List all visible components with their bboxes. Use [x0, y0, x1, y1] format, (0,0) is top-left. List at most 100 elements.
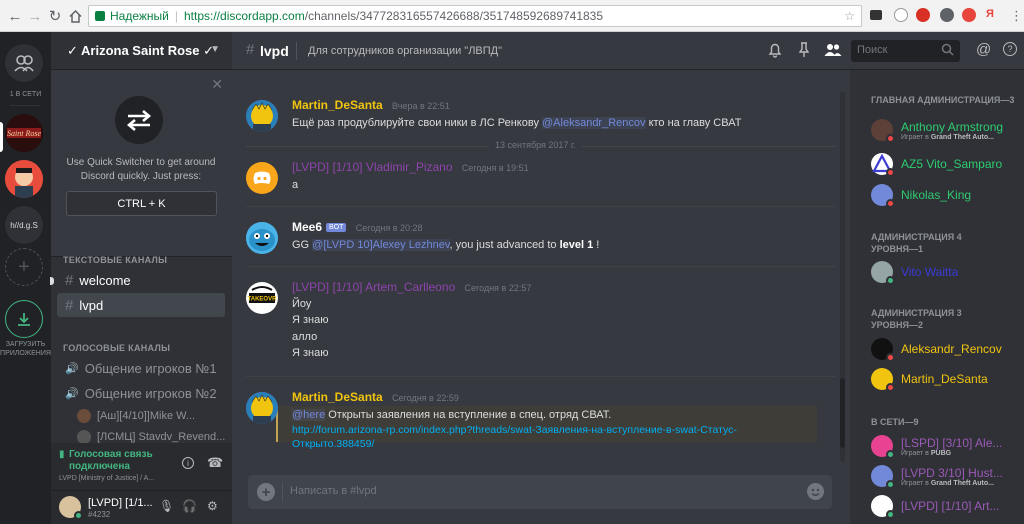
member[interactable]: AZ5 Vito_Samparo [871, 150, 1002, 178]
reload-icon[interactable]: ↻ [44, 5, 66, 27]
url-host: https://discordapp.com [184, 9, 305, 23]
message-link[interactable]: Открыто.388459/ [292, 438, 374, 450]
members-icon[interactable] [824, 42, 842, 61]
extension-icon[interactable] [916, 8, 930, 22]
voice-channel-1[interactable]: 🔊 Общение игроков №1 [57, 356, 225, 380]
star-icon[interactable]: ☆ [844, 9, 855, 23]
member[interactable]: Anthony Armstrong Играет в Grand Theft A… [871, 116, 1003, 144]
active-server-indicator [0, 122, 3, 152]
extension-icon[interactable] [940, 8, 954, 22]
member-name: Anthony Armstrong [901, 119, 1004, 134]
member-name: AZ5 Vito_Samparo [901, 157, 1003, 171]
user-mention[interactable]: @Aleksandr_Rencov [542, 117, 646, 129]
close-icon[interactable]: ✕ [211, 76, 223, 93]
message-author[interactable]: [LVPD] [1/10] Artem_Carlleono [292, 280, 455, 294]
member[interactable]: [LVPD 3/10] Hust... Играет в Grand Theft… [871, 462, 1003, 490]
member[interactable]: Martin_DeSanta [871, 365, 988, 393]
user-mention[interactable]: @[LVPD 10]Alexey Lezhnev [312, 239, 450, 251]
help-icon[interactable]: ? [1003, 42, 1017, 56]
bot-badge: BOT [326, 223, 347, 232]
member[interactable]: Aleksandr_Rencov [871, 335, 1002, 363]
pin-icon[interactable] [798, 42, 810, 61]
info-icon[interactable]: i [182, 457, 194, 469]
server-arizona-saint-rose[interactable]: Saint Rose [5, 114, 43, 152]
member[interactable]: Vito Waitta [871, 258, 958, 286]
message-timestamp: Вчера в 22:51 [392, 101, 450, 111]
status-dot [886, 168, 895, 177]
menu-icon[interactable]: ⋮ [1010, 8, 1023, 24]
activity-game: Grand Theft Auto... [930, 479, 994, 487]
friends-icon[interactable] [5, 44, 43, 82]
message-line: алло [292, 331, 318, 343]
message-author[interactable]: Martin_DeSanta [292, 390, 383, 404]
search-input[interactable]: Поиск [851, 40, 960, 62]
voice-user[interactable]: [Аш][4/10]]Mike W... [77, 407, 195, 425]
extension-icon[interactable] [962, 8, 976, 22]
svg-text:Saint Rose: Saint Rose [7, 129, 41, 138]
avatar[interactable] [246, 100, 278, 132]
divider [246, 266, 836, 267]
voice-channel-2[interactable]: 🔊 Общение игроков №2 [57, 381, 225, 405]
hash-icon: # [65, 296, 74, 314]
server-avatar[interactable] [5, 160, 43, 198]
member[interactable]: [LVPD] [1/10] Art... [871, 492, 1000, 520]
member-category-line: АДМИНИСТРАЦИЯ 4 [871, 232, 962, 242]
download-icon[interactable] [5, 300, 43, 338]
avatar[interactable]: TAKEOVR [246, 282, 278, 314]
chevron-down-icon[interactable]: ▼ [210, 44, 220, 55]
avatar[interactable] [246, 162, 278, 194]
avatar [871, 153, 895, 177]
server-hdgs[interactable]: h//d.g.S [5, 206, 43, 244]
extension-icon[interactable] [894, 8, 908, 22]
user-panel: [LVPD] [1/1... #4232 🎙 🎧 ⚙ [51, 491, 232, 524]
avatar[interactable] [246, 222, 278, 254]
status-dot [886, 510, 895, 519]
bell-icon[interactable] [768, 42, 782, 61]
channel-lvpd[interactable]: # lvpd [57, 293, 225, 317]
message-author[interactable]: Martin_DeSanta [292, 98, 383, 112]
member[interactable]: Nikolas_King [871, 181, 971, 209]
speaker-icon: 🔊 [65, 362, 79, 375]
member-category-line: АДМИНИСТРАЦИЯ 3 [871, 308, 962, 318]
add-server-icon[interactable]: + [5, 248, 43, 286]
avatar [77, 409, 91, 423]
status-dot [886, 134, 895, 143]
voice-category[interactable]: ГОЛОСОВЫЕ КАНАЛЫ [63, 343, 170, 353]
settings-gear-icon[interactable]: ⚙ [207, 499, 218, 513]
address-bar[interactable]: Надежный | https://discordapp.com /chann… [88, 5, 862, 27]
message-author[interactable]: [LVPD] [1/10] Vladimir_Pizano [292, 160, 453, 174]
status-dot [886, 353, 895, 362]
emoji-icon[interactable] [807, 483, 824, 500]
disconnect-icon[interactable]: ☎ [207, 455, 223, 471]
message-link[interactable]: http://forum.arizona-rp.com/index.php?th… [292, 424, 737, 436]
scrollbar-thumb[interactable] [840, 378, 845, 448]
camera-icon[interactable] [870, 10, 882, 20]
home-icon[interactable] [64, 5, 86, 27]
forward-icon[interactable]: → [24, 5, 46, 27]
yandex-icon[interactable]: Я [986, 8, 1000, 22]
message-author[interactable]: Mee6 [292, 220, 322, 234]
back-icon[interactable]: ← [4, 5, 26, 27]
avatar[interactable] [59, 496, 83, 520]
member-activity: Играет в Grand Theft Auto... [901, 480, 1003, 487]
scrollbar-track[interactable] [840, 92, 845, 462]
text-category[interactable]: ТЕКСТОВЫЕ КАНАЛЫ [63, 255, 167, 265]
message-timestamp: Сегодня в 19:51 [461, 163, 529, 173]
mute-icon[interactable]: 🎙 [159, 499, 174, 513]
member[interactable]: [LSPD] [3/10] Ale... Играет в PUBG [871, 432, 1002, 460]
browser-toolbar: ← → ↻ Надежный | https://discordapp.com … [0, 0, 1024, 32]
avatar [871, 261, 895, 285]
mentions-icon[interactable]: @ [976, 41, 991, 58]
upload-plus-icon[interactable]: + [257, 483, 275, 501]
activity-game: Grand Theft Auto... [930, 133, 994, 141]
server-header[interactable]: ✓ Arizona Saint Rose ✓ ▼ [51, 32, 232, 70]
channel-welcome[interactable]: # welcome [57, 268, 225, 292]
avatar[interactable] [246, 392, 278, 424]
member-category-line: УРОВНЯ—2 [871, 320, 923, 330]
activity-prefix: Играет в [901, 449, 931, 457]
search-placeholder: Поиск [857, 44, 888, 56]
channel-header: # lvpd Для сотрудников организации "ЛВПД… [232, 32, 1024, 70]
here-mention[interactable]: @here [292, 409, 326, 421]
message-input[interactable]: + Написать в #lvpd [248, 475, 832, 509]
headphones-icon[interactable]: 🎧 [182, 499, 197, 513]
